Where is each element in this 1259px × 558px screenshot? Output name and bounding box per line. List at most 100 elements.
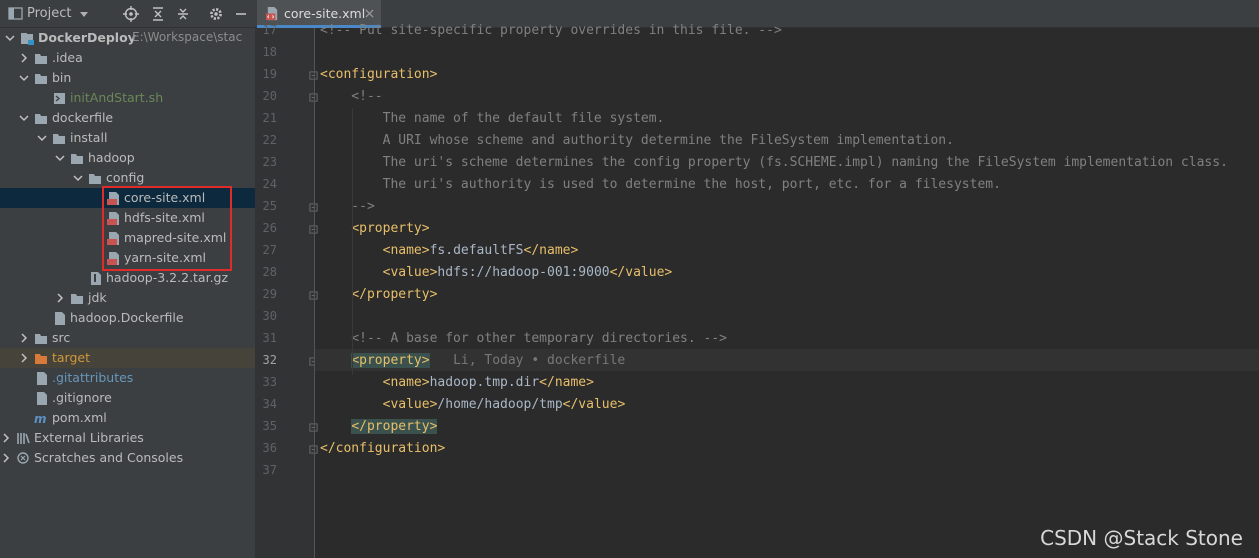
line-number: 23 bbox=[262, 155, 277, 169]
tree-item-target[interactable]: target bbox=[0, 348, 255, 368]
folder-orange-icon bbox=[35, 354, 47, 364]
folder-icon bbox=[35, 334, 47, 344]
project-title[interactable]: Project bbox=[27, 6, 71, 21]
collapse-all-icon[interactable] bbox=[175, 6, 191, 22]
line-number: 29 bbox=[262, 287, 277, 301]
chevron-right-icon[interactable] bbox=[0, 452, 12, 464]
highlight-annotation-box bbox=[102, 186, 232, 271]
gear-icon[interactable] bbox=[208, 6, 224, 22]
folder-icon bbox=[53, 134, 65, 144]
tree-item-gitignore[interactable]: .gitignore bbox=[0, 388, 255, 408]
chevron-right-icon[interactable] bbox=[18, 52, 30, 64]
folder-icon bbox=[71, 154, 83, 164]
line-number: 35 bbox=[262, 419, 277, 433]
tree-item-pom-xml[interactable]: m pom.xml bbox=[0, 408, 255, 428]
code-line: The uri's authority is used to determine… bbox=[320, 177, 1001, 192]
line-number: 32 bbox=[262, 353, 277, 367]
tree-item-hadoop[interactable]: hadoop bbox=[0, 148, 255, 168]
git-blame-annotation: Li, Today • dockerfile bbox=[429, 353, 626, 368]
tree-item-label: Scratches and Consoles bbox=[34, 450, 184, 465]
chevron-down-icon[interactable] bbox=[18, 72, 30, 84]
code-line: The name of the default file system. bbox=[320, 111, 665, 126]
locate-icon[interactable] bbox=[123, 6, 139, 22]
expand-all-icon[interactable] bbox=[150, 6, 166, 22]
xml-file-icon bbox=[265, 6, 278, 21]
file-icon bbox=[37, 392, 47, 405]
tree-item-label: dockerfile bbox=[52, 110, 114, 125]
line-number: 27 bbox=[262, 243, 277, 257]
tree-item-dockerdeploy[interactable]: DockerDeploy E:\Workspace\stac bbox=[0, 28, 255, 48]
tree-item-scratches-and-consoles[interactable]: Scratches and Consoles bbox=[0, 448, 255, 468]
code-line: <!-- bbox=[320, 89, 383, 104]
tree-item-initandstart-sh[interactable]: initAndStart.sh bbox=[0, 88, 255, 108]
tree-item-install[interactable]: install bbox=[0, 128, 255, 148]
line-number: 25 bbox=[262, 199, 277, 213]
line-number: 20 bbox=[262, 89, 277, 103]
tree-item-label: .idea bbox=[52, 50, 83, 65]
watermark: CSDN @Stack Stone bbox=[1040, 526, 1243, 550]
line-number: 26 bbox=[262, 221, 277, 235]
scratch-icon bbox=[17, 452, 29, 464]
project-toolbar: Project bbox=[0, 0, 255, 28]
archive-icon bbox=[91, 272, 101, 285]
chevron-down-icon[interactable] bbox=[76, 6, 92, 22]
maven-icon: m bbox=[34, 412, 47, 425]
tree-item-external-libraries[interactable]: External Libraries bbox=[0, 428, 255, 448]
tree-item-config[interactable]: config bbox=[0, 168, 255, 188]
svg-text:m: m bbox=[34, 412, 47, 425]
code-line: <name>hadoop.tmp.dir</name> bbox=[382, 375, 594, 390]
code-line: <configuration> bbox=[320, 67, 438, 82]
tree-item-jdk[interactable]: jdk bbox=[0, 288, 255, 308]
tree-item-label: config bbox=[106, 170, 145, 185]
chevron-right-icon[interactable] bbox=[18, 332, 30, 344]
line-number: 17 bbox=[262, 23, 277, 37]
chevron-down-icon[interactable] bbox=[54, 152, 66, 164]
line-number: 36 bbox=[262, 441, 277, 455]
project-view-icon[interactable] bbox=[8, 6, 24, 22]
line-number-gutter: 17 18 19 20 21 22 23 24 25 26 27 28 29 30 31 32 33 34 35 36… bbox=[255, 23, 318, 558]
chevron-right-icon[interactable] bbox=[18, 352, 30, 364]
code-editor[interactable]: <!-- Put site-specific property override… bbox=[315, 23, 1259, 558]
tree-item-label: jdk bbox=[88, 290, 107, 305]
chevron-right-icon[interactable] bbox=[0, 432, 12, 444]
folder-icon bbox=[71, 294, 83, 304]
line-number: 37 bbox=[262, 463, 277, 477]
minimize-icon[interactable] bbox=[233, 6, 249, 22]
code-line: A URI whose scheme and authority determi… bbox=[320, 133, 954, 148]
code-line: <property> bbox=[351, 221, 430, 236]
tree-item-bin[interactable]: bin bbox=[0, 68, 255, 88]
file-icon bbox=[37, 372, 47, 385]
close-icon[interactable] bbox=[365, 9, 374, 18]
tree-item-label: src bbox=[52, 330, 71, 345]
tree-item-hadoop-dockerfile[interactable]: hadoop.Dockerfile bbox=[0, 308, 255, 328]
line-number: 24 bbox=[262, 177, 277, 191]
line-number: 22 bbox=[262, 133, 277, 147]
folder-icon bbox=[35, 114, 47, 124]
tree-item-label: .gitattributes bbox=[52, 370, 134, 385]
chevron-down-icon[interactable] bbox=[18, 112, 30, 124]
code-line: The uri's scheme determines the config p… bbox=[320, 155, 1228, 170]
chevron-down-icon[interactable] bbox=[36, 132, 48, 144]
tree-item-label: hadoop bbox=[88, 150, 135, 165]
tree-item-dockerfile[interactable]: dockerfile bbox=[0, 108, 255, 128]
code-line: --> bbox=[320, 199, 375, 214]
tree-item-gitattributes[interactable]: .gitattributes bbox=[0, 368, 255, 388]
tree-item-idea[interactable]: .idea bbox=[0, 48, 255, 68]
tree-item-src[interactable]: src bbox=[0, 328, 255, 348]
module-icon bbox=[21, 33, 34, 45]
project-panel: Project DockerDeploy E:\Workspace\stac .id… bbox=[0, 0, 255, 558]
tree-item-label: DockerDeploy bbox=[38, 30, 136, 45]
line-number: 31 bbox=[262, 331, 277, 345]
line-number: 21 bbox=[262, 111, 277, 125]
code-line: <name>fs.defaultFS</name> bbox=[382, 243, 579, 258]
line-number: 28 bbox=[262, 265, 277, 279]
chevron-down-icon[interactable] bbox=[72, 172, 84, 184]
folder-icon bbox=[35, 74, 47, 84]
chevron-down-icon[interactable] bbox=[4, 32, 16, 44]
code-line: <!-- A base for other temporary director… bbox=[320, 331, 727, 346]
tab-label: core-site.xml bbox=[284, 6, 366, 21]
tree-item-label: .gitignore bbox=[52, 390, 112, 405]
tree-item-hadoop-tar-gz[interactable]: hadoop-3.2.2.tar.gz bbox=[0, 268, 255, 288]
line-number: 18 bbox=[262, 45, 277, 59]
chevron-right-icon[interactable] bbox=[54, 292, 66, 304]
